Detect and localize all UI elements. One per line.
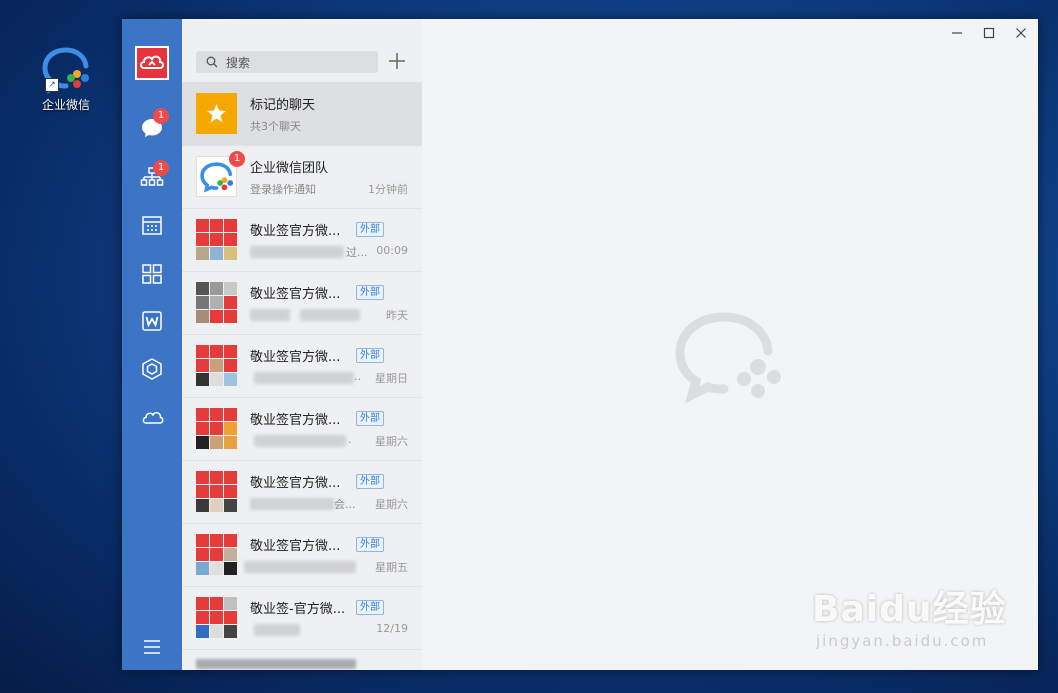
sidebar-item-workbench[interactable] — [140, 262, 164, 286]
cloud-logo-icon — [140, 55, 164, 69]
external-tag: 外部 — [356, 411, 384, 426]
sidebar-item-contacts[interactable]: 1 — [140, 160, 169, 189]
group-avatar — [196, 597, 237, 638]
chat-item-group[interactable]: 敬业签官方微... 外部 星期五 — [182, 523, 422, 587]
maximize-button[interactable] — [982, 25, 996, 39]
baidu-watermark: Baidu经验 jingyan.baidu.com — [812, 580, 1006, 650]
user-avatar[interactable] — [135, 46, 169, 80]
group-avatar — [196, 408, 237, 449]
empty-chat-area — [422, 19, 1038, 670]
chat-item-group[interactable]: 敬业签官方微... 外部 过... 00:09 — [182, 208, 422, 272]
shortcut-arrow-icon: ↗ — [45, 78, 59, 92]
external-tag: 外部 — [356, 600, 384, 615]
chat-time: 星期六 — [375, 435, 408, 448]
add-button[interactable] — [388, 52, 406, 70]
chat-name: 敬业签官方微... — [250, 539, 341, 554]
chat-name: 敬业签官方微... — [250, 224, 341, 239]
minimize-button[interactable] — [950, 25, 964, 39]
sidebar: 1 1 — [122, 19, 182, 670]
chat-item-group[interactable]: 敬业签官方微... 外部 . 星期六 — [182, 397, 422, 461]
chat-preview: 共3个聊天 — [250, 120, 301, 133]
search-input[interactable]: 搜索 — [196, 51, 378, 73]
chat-name: 敬业签-官方微... — [250, 602, 346, 617]
chat-time: 星期五 — [375, 561, 408, 574]
chat-unread-badge: 1 — [229, 151, 245, 167]
chat-name: 标记的聊天 — [250, 98, 316, 113]
chat-name: 敬业签官方微... — [250, 287, 341, 302]
group-avatar — [196, 219, 237, 260]
contacts-badge: 1 — [153, 160, 169, 176]
chat-item-wecom-team[interactable]: 1 企业微信团队 登录操作通知 1分钟前 — [182, 145, 422, 209]
chat-time: 00:09 — [376, 244, 408, 257]
chat-preview: 过... — [346, 246, 368, 259]
external-tag: 外部 — [356, 537, 384, 552]
sidebar-item-apps[interactable] — [140, 357, 164, 381]
group-avatar — [196, 282, 237, 323]
cloud-icon — [142, 411, 164, 424]
chat-item-group[interactable]: 敬业签官方微... 外部 会... 星期六 — [182, 460, 422, 524]
watermark-brand: Baidu经验 — [812, 589, 1007, 630]
star-icon — [207, 104, 226, 123]
desktop-shortcut-wecom[interactable]: ↗ 企业微信 — [34, 44, 98, 113]
grid-apps-icon — [142, 264, 162, 284]
star-tile — [196, 93, 237, 134]
desktop-shortcut-label: 企业微信 — [41, 98, 90, 112]
close-icon — [1016, 28, 1026, 38]
sidebar-item-docs[interactable] — [140, 309, 164, 333]
wecom-window: 1 1 搜索 标记的聊天 共3个聊天 1 企业微信团队 登录操作通知 1分钟前 … — [122, 19, 1038, 670]
chat-item-group[interactable]: 敬业签官方微... 外部 .. 星期日 — [182, 334, 422, 398]
external-tag: 外部 — [356, 222, 384, 237]
chat-time: 星期日 — [375, 372, 408, 385]
chat-item-group[interactable]: 敬业签-官方微... 外部 12/19 — [182, 586, 422, 650]
close-button[interactable] — [1014, 25, 1028, 39]
chat-name: 敬业签官方微... — [250, 350, 341, 365]
external-tag: 外部 — [356, 285, 384, 300]
chat-name: 企业微信团队 — [250, 161, 329, 176]
plus-icon — [389, 53, 405, 69]
chat-preview: 登录操作通知 — [250, 183, 316, 196]
wecom-logo-icon: ↗ — [39, 44, 93, 94]
external-tag: 外部 — [356, 348, 384, 363]
external-tag: 外部 — [356, 474, 384, 489]
search-icon — [206, 56, 218, 68]
sidebar-item-cloud[interactable] — [140, 405, 164, 429]
chat-preview: 会... — [334, 498, 356, 511]
sidebar-item-messages[interactable]: 1 — [140, 108, 169, 140]
conversation-list-panel: 搜索 标记的聊天 共3个聊天 1 企业微信团队 登录操作通知 1分钟前 敬业签官… — [182, 19, 423, 670]
chat-name: 敬业签官方微... — [250, 476, 341, 491]
chat-preview: . — [348, 433, 352, 446]
messages-badge: 1 — [153, 108, 169, 124]
watermark-site: jingyan.baidu.com — [816, 632, 989, 650]
chat-item-starred[interactable]: 标记的聊天 共3个聊天 — [182, 82, 422, 146]
hexagon-cube-icon — [142, 358, 162, 380]
group-avatar — [196, 345, 237, 386]
word-doc-icon — [142, 311, 162, 331]
search-placeholder: 搜索 — [226, 56, 251, 70]
sidebar-item-calendar[interactable] — [140, 213, 164, 237]
chat-time: 星期六 — [375, 498, 408, 511]
chat-time: 1分钟前 — [368, 183, 408, 196]
calendar-icon — [142, 216, 162, 235]
minimize-icon — [952, 32, 962, 34]
chat-time: 12/19 — [376, 622, 408, 635]
chat-preview: .. — [354, 370, 361, 383]
wecom-placeholder-logo-icon — [675, 312, 781, 404]
chat-name: 敬业签官方微... — [250, 413, 341, 428]
group-avatar — [196, 534, 237, 575]
chat-time: 昨天 — [386, 309, 408, 322]
group-avatar — [196, 471, 237, 512]
chat-item-group[interactable]: 敬业签官方微... 外部 昨天 — [182, 271, 422, 335]
hamburger-menu-icon[interactable] — [142, 639, 162, 659]
maximize-icon — [983, 27, 995, 39]
